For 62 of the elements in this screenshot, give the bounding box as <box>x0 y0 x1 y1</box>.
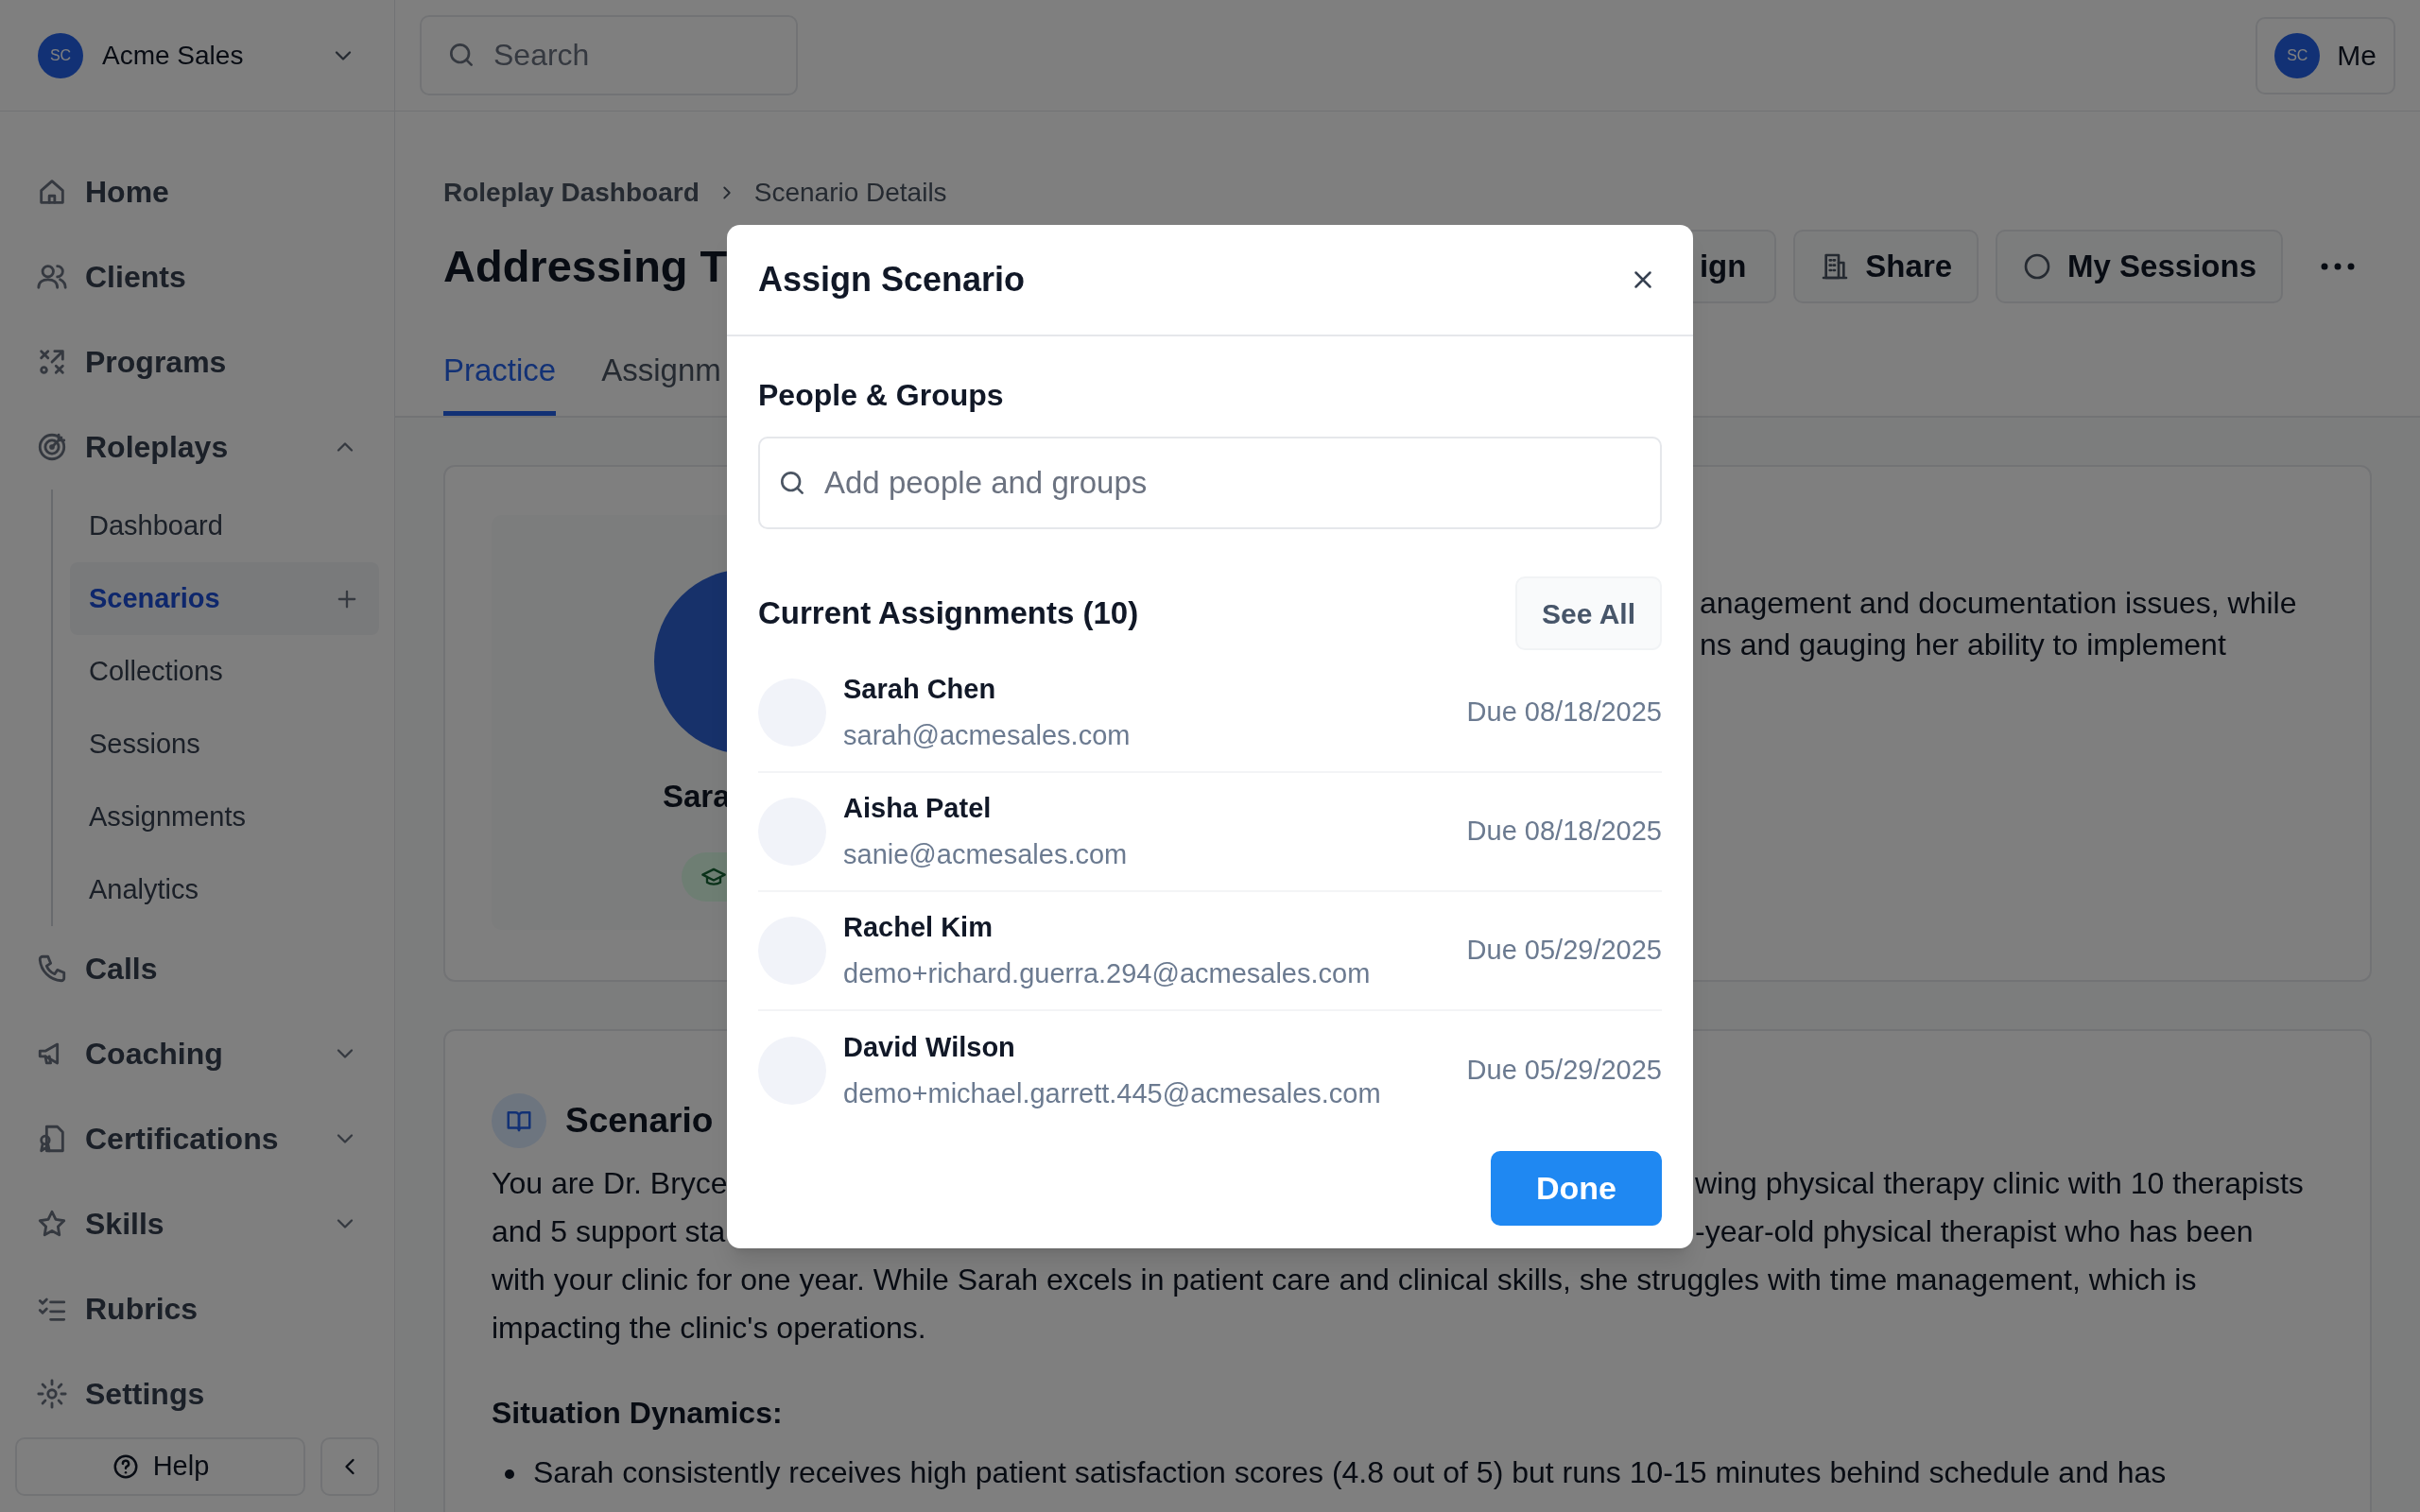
see-all-button[interactable]: See All <box>1515 576 1662 650</box>
org-avatar: SC <box>38 32 83 78</box>
tab[interactable]: Assignm <box>601 318 721 416</box>
breadcrumb-link[interactable]: Roleplay Dashboard <box>443 173 700 213</box>
due-date: Due 05/29/2025 <box>1466 934 1662 968</box>
nav-item[interactable]: Skills <box>15 1181 379 1266</box>
nav-item[interactable]: Home <box>15 149 379 234</box>
org-name: Acme Sales <box>102 39 245 72</box>
subheading: Situation Dynamics: <box>492 1395 784 1432</box>
target-icon <box>36 431 68 463</box>
assignee-email: demo+michael.garrett.445@acmesales.com <box>843 1077 1382 1110</box>
nav-subitem[interactable]: Assignments <box>70 781 379 853</box>
due-date: Due 08/18/2025 <box>1466 815 1662 849</box>
done-button[interactable]: Done <box>1491 1151 1662 1226</box>
nav-subitem[interactable]: Sessions <box>70 708 379 781</box>
paragraph-text: and 5 support sta <box>492 1213 726 1250</box>
bullet-text: Sarah consistently receives high patient satisfaction scores (4.8 out of 5) but runs 10-15 minutes behind schedule and has <box>533 1454 2167 1491</box>
nav-subitem[interactable]: Scenarios <box>70 562 379 635</box>
assignee-name: David Wilson <box>843 1030 1016 1064</box>
nav-item[interactable]: Coaching <box>15 1011 379 1096</box>
nav-subitem[interactable]: Dashboard <box>70 490 379 562</box>
nav-item[interactable]: Clients <box>15 234 379 319</box>
user-avatar: SC <box>2274 32 2321 78</box>
assignee-name: Aisha Patel <box>843 791 993 825</box>
user-menu-button[interactable]: SC Me <box>2256 16 2395 94</box>
nav-subitem[interactable]: Analytics <box>70 853 379 926</box>
paragraph-text: with your clinic for one year. While Sarah excels in patient care and clinical skills, she struggles with time management, which is impacting the clinic's operations. <box>492 1262 2198 1347</box>
help-button[interactable]: Help <box>15 1437 305 1496</box>
paragraph-text: -year-old physical therapist who has been <box>1695 1213 2254 1250</box>
action-button[interactable]: Share <box>1793 230 1979 303</box>
section-label: People & Groups <box>758 377 1005 414</box>
ellipsis-icon <box>2321 261 2355 272</box>
page-title: Addressing T <box>443 239 728 293</box>
breadcrumb-current: Scenario Details <box>753 177 947 209</box>
nav-item[interactable]: Programs <box>15 319 379 404</box>
search-field[interactable]: Search <box>420 15 798 95</box>
assignee-name: Rachel Kim <box>843 910 994 944</box>
dialog-title: Assign Scenario <box>758 259 1026 301</box>
people-search-field[interactable]: Add people and groups <box>758 437 1662 529</box>
paragraph-text: wing physical therapy clinic with 10 therapists <box>1695 1165 2304 1202</box>
paragraph-text: You are Dr. Bryce <box>492 1165 728 1202</box>
nav-item[interactable]: Certifications <box>15 1096 379 1181</box>
section-label: Current Assignments (10) <box>758 594 1139 633</box>
due-date: Due 08/18/2025 <box>1466 696 1662 730</box>
assignee-email: demo+richard.guerra.294@acmesales.com <box>843 957 1372 990</box>
assignee-email: sanie@acmesales.com <box>843 838 1129 871</box>
assignee-email: sarah@acmesales.com <box>843 719 1132 752</box>
action-button[interactable]: My Sessions <box>1996 230 2283 303</box>
nav-item[interactable]: Calls <box>15 926 379 1011</box>
nav-item[interactable]: Rubrics <box>15 1266 379 1351</box>
gear-icon <box>36 1378 68 1410</box>
description-text: anagement and documentation issues, while <box>1700 585 2297 622</box>
nav-item[interactable]: Settings <box>15 1351 379 1436</box>
due-date: Due 05/29/2025 <box>1466 1054 1662 1088</box>
persona-name: Sara <box>663 778 731 816</box>
phone-icon <box>36 953 68 985</box>
assignee-name: Sarah Chen <box>843 672 997 706</box>
nav-item[interactable]: Roleplays <box>15 404 379 490</box>
tab[interactable]: Practice <box>443 318 557 416</box>
section-title: Scenario <box>565 1100 714 1143</box>
description-text: ns and gauging her ability to implement <box>1700 627 2227 663</box>
nav-subitem[interactable]: Collections <box>70 635 379 708</box>
